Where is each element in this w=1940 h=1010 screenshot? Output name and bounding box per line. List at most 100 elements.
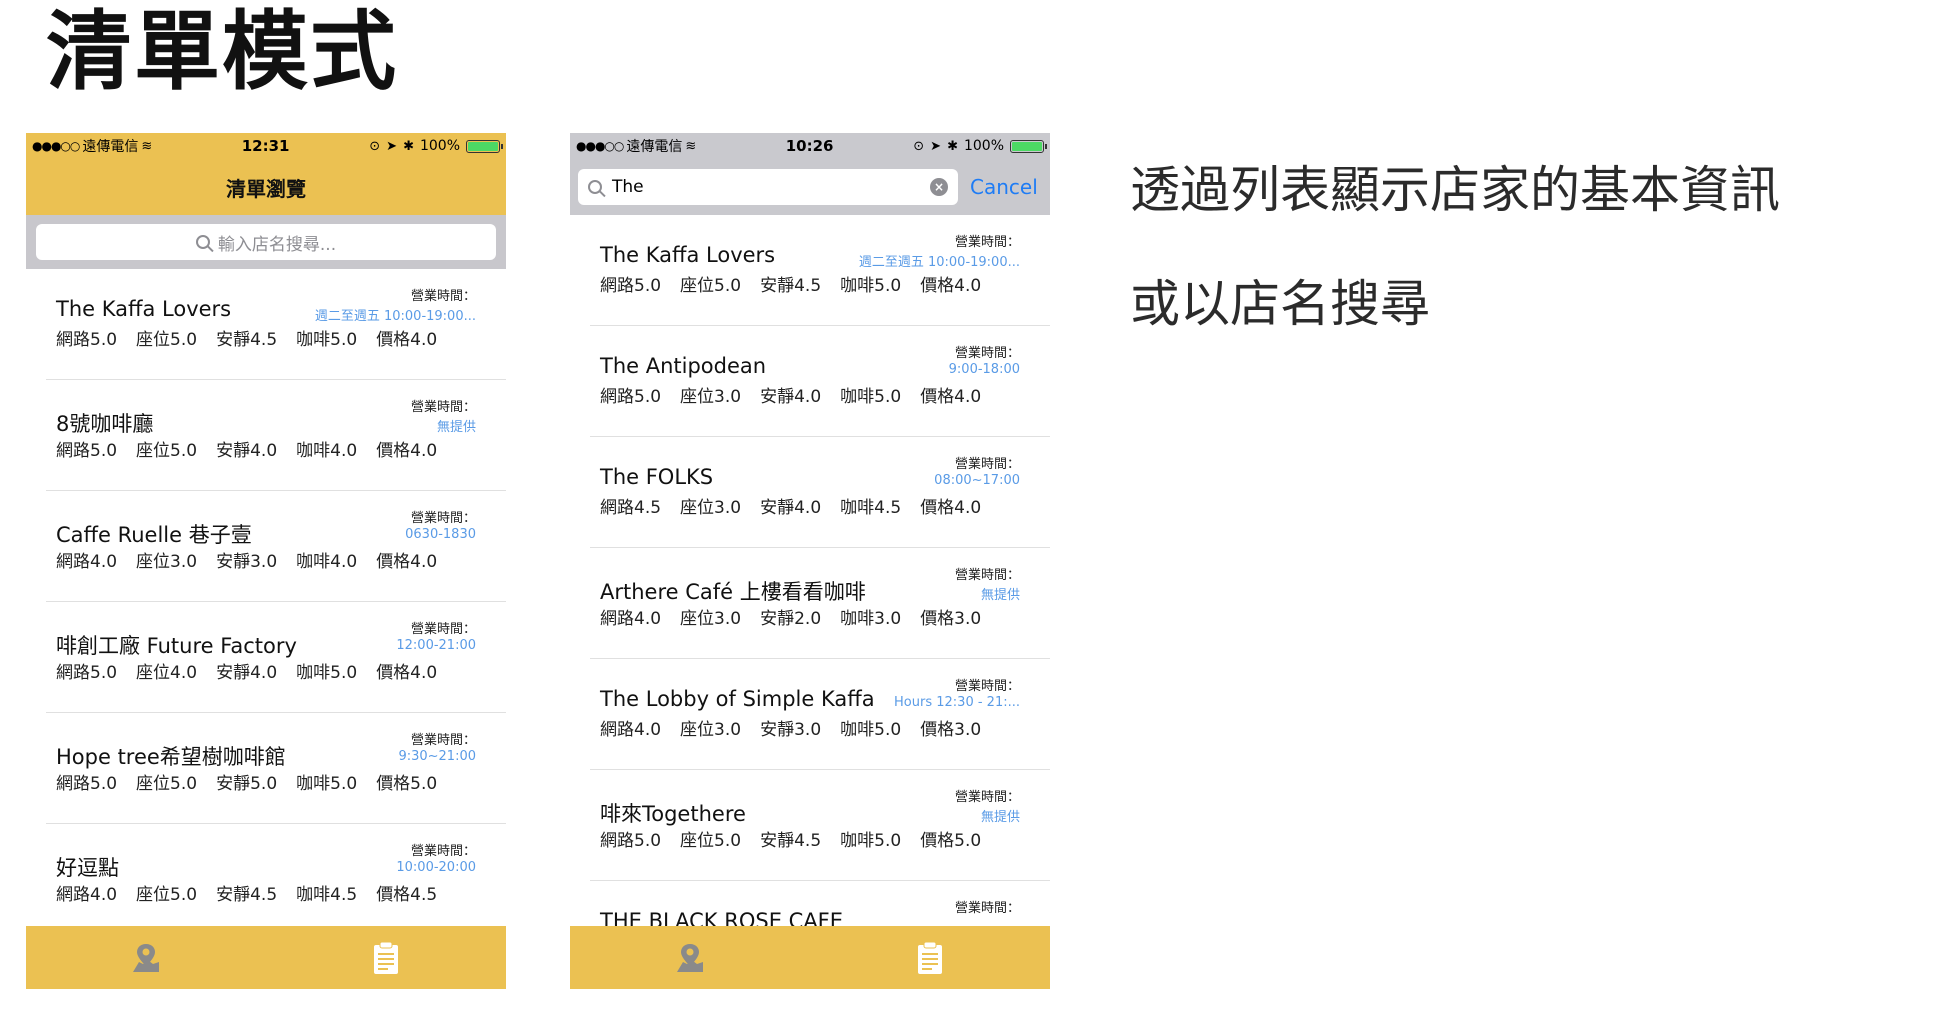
battery-icon [466,139,503,153]
hours-label: 營業時間： [954,235,1020,250]
hours-block: 營業時間： 0630-1830 [405,507,476,542]
rating-value: 安靜4.5 [216,330,278,350]
phone-search-view: ●●●○○ 遠傳電信 ≋ 10:26 ⊙ ➤ ✱ 100% The × Canc… [570,133,1050,989]
wifi-icon: ≋ [141,138,153,154]
search-input[interactable]: 輸入店名搜尋... [36,224,496,260]
clipboard-icon [918,941,942,974]
rating-value: 座位5.0 [680,276,742,296]
rating-value: 安靜4.0 [216,663,278,683]
shop-row[interactable]: 8號咖啡廳 營業時間： 無提供 網路5.0 座位5.0 安靜4.0 咖啡4.0 價格4.0 [46,380,506,491]
rating-value: 網路5.0 [600,276,662,296]
hours-value: 12:00-21:00 [396,638,476,653]
shop-row[interactable]: Hope tree希望樹咖啡館 營業時間： 9:30~21:00 網路5.0 座位5.0… [46,713,506,824]
ratings: 網路4.5 座位3.0 安靜4.0 咖啡4.5 價格4.0 [600,493,981,518]
hours-block: 營業時間： [955,897,1020,917]
hours-value: Hours 12:30 - 21:... [894,695,1020,710]
rating-value: 網路5.0 [600,387,662,407]
hours-value: 週二至週五 10:00-19:00... [858,255,1020,270]
shop-row[interactable]: 啡來Togethere 營業時間： 無提供 網路5.0 座位5.0 安靜4.5 咖啡5.0 價… [590,770,1050,881]
rating-value: 安靜3.0 [760,720,822,740]
ratings: 網路4.0 座位3.0 安靜2.0 咖啡3.0 價格3.0 [600,604,981,629]
rating-value: 咖啡5.0 [840,720,902,740]
bluetooth-icon: ✱ [947,138,958,154]
hours-value: 9:00-18:00 [948,362,1020,377]
ratings: 網路5.0 座位5.0 安靜4.5 咖啡5.0 價格5.0 [600,826,981,851]
rating-value: 價格4.0 [376,552,438,572]
shop-name: 啡創工廠 Future Factory [56,634,297,658]
rating-value: 咖啡4.5 [296,885,358,905]
shop-row[interactable]: Arthere Café 上樓看看咖啡 營業時間： 無提供 網路4.0 座位3.0 安靜2… [590,548,1050,659]
status-bar: ●●●○○ 遠傳電信 ≋ 10:26 ⊙ ➤ ✱ 100% [570,133,1050,159]
rating-value: 咖啡4.0 [296,441,358,461]
rating-value: 網路4.5 [600,498,662,518]
rating-value: 價格4.0 [920,387,982,407]
shop-row[interactable]: The Lobby of Simple Kaffa 營業時間： Hours 12:3… [590,659,1050,770]
signal-icon: ●●●○○ [32,139,80,153]
clear-icon[interactable]: × [930,178,948,196]
hours-value: 無提供 [980,588,1020,603]
rating-value: 價格4.0 [376,663,438,683]
shop-row[interactable]: 啡創工廠 Future Factory 營業時間： 12:00-21:00 網路5.0… [46,602,506,713]
ratings: 網路4.0 座位3.0 安靜3.0 咖啡5.0 價格3.0 [600,715,981,740]
tab-map[interactable] [26,942,266,974]
ratings: 網路5.0 座位4.0 安靜4.0 咖啡5.0 價格4.0 [56,658,437,683]
hours-value: 9:30~21:00 [398,749,476,764]
cancel-button[interactable]: Cancel [970,175,1038,199]
rating-value: 咖啡5.0 [296,774,358,794]
rating-value: 網路5.0 [56,330,118,350]
rating-value: 安靜4.5 [216,885,278,905]
rating-value: 座位3.0 [680,498,742,518]
clock: 10:26 [785,137,834,155]
hours-label: 營業時間： [954,568,1020,583]
rating-value: 咖啡3.0 [840,609,902,629]
hours-block: 營業時間： 週二至週五 10:00-19:00... [315,285,476,324]
shop-row[interactable]: The Kaffa Lovers 營業時間： 週二至週五 10:00-19:00..… [590,215,1050,326]
hours-label: 營業時間： [954,457,1020,472]
shop-row[interactable]: The FOLKS 營業時間： 08:00~17:00 網路4.5 座位3.0 安靜4.0… [590,437,1050,548]
rating-value: 安靜4.5 [760,276,822,296]
hours-block: 營業時間： 週二至週五 10:00-19:00... [859,231,1020,270]
search-placeholder: 輸入店名搜尋... [217,234,337,255]
shop-name: Arthere Café 上樓看看咖啡 [600,580,866,604]
hours-block: 營業時間： 08:00~17:00 [934,453,1020,488]
hours-value: 無提供 [436,420,476,435]
tab-map[interactable] [570,942,810,974]
wifi-icon: ≋ [685,138,697,154]
ratings: 網路5.0 座位5.0 安靜5.0 咖啡5.0 價格5.0 [56,769,437,794]
rating-value: 價格5.0 [376,774,438,794]
shop-name: The Antipodean [600,354,767,378]
rotation-lock-icon: ⊙ [913,138,925,154]
clock: 12:31 [241,137,290,155]
caption-line-2: 或以店名搜尋 [1130,275,1430,333]
battery-percent: 100% [963,138,1004,154]
shop-name: 啡來Togethere [600,802,746,826]
shop-row[interactable]: Caffe Ruelle 巷子壹 營業時間： 0630-1830 網路4.0 座位3.0… [46,491,506,602]
hours-block: 營業時間： 無提供 [411,396,476,435]
rating-value: 座位5.0 [136,330,198,350]
search-icon [195,235,210,249]
shop-list: The Kaffa Lovers 營業時間： 週二至週五 10:00-19:00..… [26,269,506,935]
shop-row[interactable]: The Kaffa Lovers 營業時間： 週二至週五 10:00-19:00..… [46,269,506,380]
search-value: The [612,177,644,197]
search-result-list: The Kaffa Lovers 營業時間： 週二至週五 10:00-19:00..… [570,215,1050,989]
rating-value: 網路5.0 [56,774,118,794]
status-bar: ●●●○○ 遠傳電信 ≋ 12:31 ⊙ ➤ ✱ 100% [26,133,506,159]
rating-value: 價格4.0 [376,330,438,350]
shop-row[interactable]: The Antipodean 營業時間： 9:00-18:00 網路5.0 座位3.0 安… [590,326,1050,437]
shop-row[interactable]: 好逗點 營業時間： 10:00-20:00 網路4.0 座位5.0 安靜4.5 咖啡4.5 價… [46,824,506,935]
search-input[interactable]: The × [578,169,958,205]
location-icon: ➤ [386,138,398,154]
bluetooth-icon: ✱ [403,138,414,154]
rating-value: 價格4.0 [920,498,982,518]
rating-value: 咖啡4.5 [840,498,902,518]
rating-value: 安靜5.0 [216,774,278,794]
slide-title: 清單模式 [46,2,398,102]
hours-block: 營業時間： Hours 12:30 - 21:... [894,675,1020,710]
tab-list[interactable] [810,941,1050,975]
hours-label: 營業時間： [954,790,1020,805]
signal-icon: ●●●○○ [576,139,624,153]
rating-value: 網路5.0 [56,441,118,461]
hours-value: 08:00~17:00 [934,473,1020,488]
rating-value: 咖啡5.0 [840,387,902,407]
tab-list[interactable] [266,941,506,975]
